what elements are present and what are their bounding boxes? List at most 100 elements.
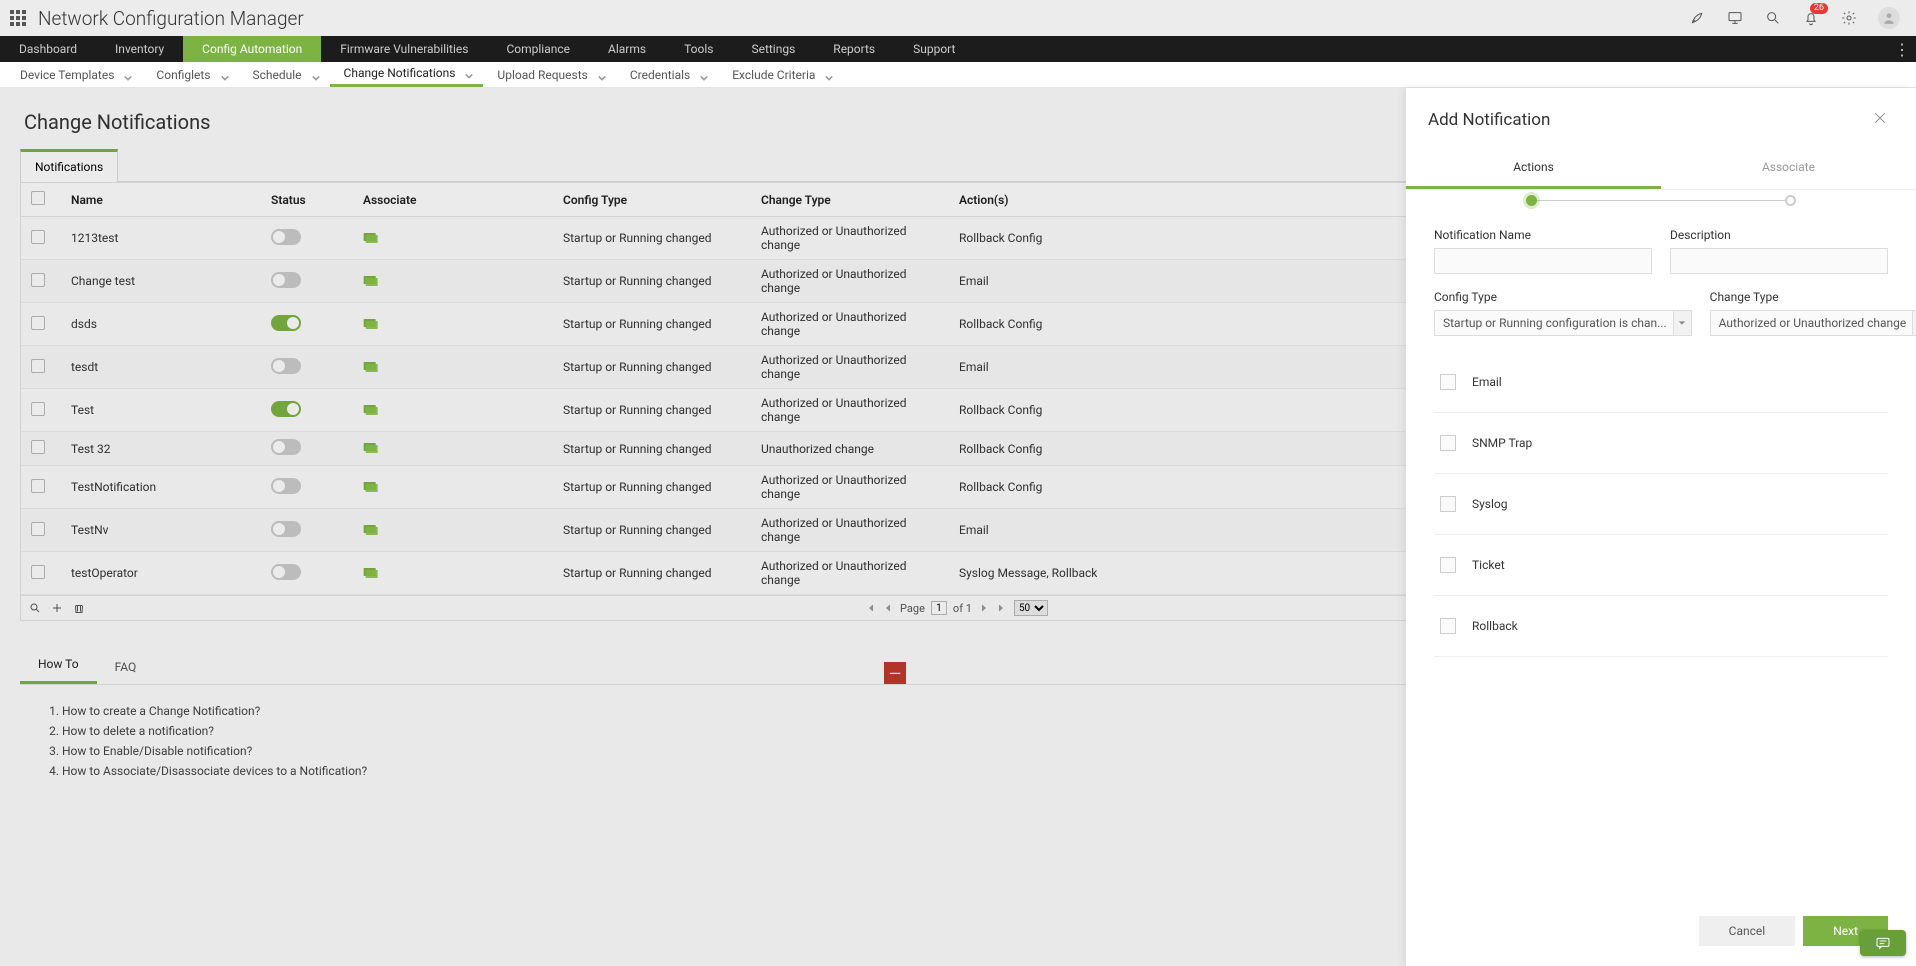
row-name[interactable]: dsds	[61, 303, 261, 346]
row-name[interactable]: tesdt	[61, 346, 261, 389]
associate-icon[interactable]	[363, 522, 379, 536]
bell-icon[interactable]: 26	[1802, 9, 1820, 27]
row-checkbox[interactable]	[31, 316, 45, 330]
row-name[interactable]: TestNv	[61, 509, 261, 552]
subnav-credentials[interactable]: Credentials	[616, 62, 718, 87]
nav-reports[interactable]: Reports	[814, 36, 894, 62]
row-name[interactable]: TestNotification	[61, 466, 261, 509]
associate-icon[interactable]	[363, 479, 379, 493]
nav-config-automation[interactable]: Config Automation	[183, 36, 321, 62]
first-page-icon[interactable]	[864, 602, 876, 614]
close-icon[interactable]	[1872, 110, 1888, 130]
nav-dashboard[interactable]: Dashboard	[0, 36, 96, 62]
row-checkbox[interactable]	[31, 479, 45, 493]
subnav-change-notifications[interactable]: Change Notifications	[330, 62, 484, 87]
nav-secondary: Device TemplatesConfigletsScheduleChange…	[0, 62, 1916, 88]
wizard-tab-actions[interactable]: Actions	[1406, 148, 1661, 189]
row-checkbox[interactable]	[31, 230, 45, 244]
status-toggle[interactable]	[271, 478, 301, 494]
nav-inventory[interactable]: Inventory	[96, 36, 183, 62]
associate-icon[interactable]	[363, 565, 379, 579]
rocket-icon[interactable]	[1688, 9, 1706, 27]
associate-icon[interactable]	[363, 359, 379, 373]
subnav-upload-requests[interactable]: Upload Requests	[483, 62, 615, 87]
status-toggle[interactable]	[271, 315, 301, 331]
subnav-schedule[interactable]: Schedule	[239, 62, 330, 87]
presentation-icon[interactable]	[1726, 9, 1744, 27]
subnav-configlets[interactable]: Configlets	[142, 62, 238, 87]
row-name[interactable]: Test	[61, 389, 261, 432]
row-checkbox[interactable]	[31, 522, 45, 536]
row-name[interactable]: Test 32	[61, 432, 261, 466]
subnav-device-templates[interactable]: Device Templates	[6, 62, 142, 87]
config-type-select[interactable]: Startup or Running configuration is chan…	[1434, 310, 1692, 336]
action-checkbox[interactable]	[1440, 557, 1456, 573]
subnav-exclude-criteria[interactable]: Exclude Criteria	[718, 62, 843, 87]
search-icon[interactable]	[1764, 9, 1782, 27]
action-checkbox[interactable]	[1440, 618, 1456, 634]
wizard-tab-associate[interactable]: Associate	[1661, 148, 1916, 189]
avatar-icon[interactable]	[1878, 7, 1900, 29]
associate-icon[interactable]	[363, 273, 379, 287]
nav-support[interactable]: Support	[894, 36, 974, 62]
associate-icon[interactable]	[363, 230, 379, 244]
chat-fab[interactable]	[1860, 930, 1906, 956]
apps-grid-icon[interactable]	[10, 10, 26, 26]
row-name[interactable]: 1213test	[61, 217, 261, 260]
row-name[interactable]: Change test	[61, 260, 261, 303]
chevron-down-icon	[124, 71, 132, 79]
nav-firmware-vulnerabilities[interactable]: Firmware Vulnerabilities	[321, 36, 487, 62]
status-toggle[interactable]	[271, 521, 301, 537]
filter-search-icon[interactable]	[29, 602, 41, 614]
delete-icon[interactable]	[73, 602, 85, 614]
row-checkbox[interactable]	[31, 440, 45, 454]
cancel-button[interactable]: Cancel	[1699, 916, 1796, 946]
add-icon[interactable]	[51, 602, 63, 614]
last-page-icon[interactable]	[996, 602, 1008, 614]
page-size-select[interactable]: 50	[1014, 600, 1048, 616]
help-tab-faq[interactable]: FAQ	[97, 650, 155, 684]
associate-icon[interactable]	[363, 402, 379, 416]
row-name[interactable]: testOperator	[61, 552, 261, 595]
col-config-type[interactable]: Config Type	[553, 183, 751, 217]
nav-compliance[interactable]: Compliance	[487, 36, 589, 62]
col-associate[interactable]: Associate	[353, 183, 553, 217]
chevron-down-icon	[312, 71, 320, 79]
action-checkbox[interactable]	[1440, 496, 1456, 512]
status-toggle[interactable]	[271, 272, 301, 288]
help-collapse-button[interactable]: —	[884, 662, 906, 684]
prev-page-icon[interactable]	[882, 602, 894, 614]
notification-name-input[interactable]	[1434, 248, 1652, 274]
description-input[interactable]	[1670, 248, 1888, 274]
action-label: Ticket	[1472, 558, 1505, 572]
status-toggle[interactable]	[271, 439, 301, 455]
action-checkbox[interactable]	[1440, 435, 1456, 451]
help-tab-how-to[interactable]: How To	[20, 647, 97, 684]
status-toggle[interactable]	[271, 564, 301, 580]
nav-tools[interactable]: Tools	[665, 36, 732, 62]
change-type-select[interactable]: Authorized or Unauthorized change	[1710, 310, 1916, 336]
row-checkbox[interactable]	[31, 565, 45, 579]
app-title: Network Configuration Manager	[38, 7, 304, 30]
row-checkbox[interactable]	[31, 359, 45, 373]
col-change-type[interactable]: Change Type	[751, 183, 949, 217]
gear-icon[interactable]	[1840, 9, 1858, 27]
associate-icon[interactable]	[363, 440, 379, 454]
row-checkbox[interactable]	[31, 273, 45, 287]
col-name[interactable]: Name	[61, 183, 261, 217]
action-checkbox[interactable]	[1440, 374, 1456, 390]
kebab-icon[interactable]: ⋮	[1894, 36, 1910, 62]
page-input[interactable]	[931, 601, 947, 615]
nav-alarms[interactable]: Alarms	[589, 36, 665, 62]
status-toggle[interactable]	[271, 358, 301, 374]
associate-icon[interactable]	[363, 316, 379, 330]
status-toggle[interactable]	[271, 229, 301, 245]
panel-title: Add Notification	[1428, 110, 1550, 130]
row-checkbox[interactable]	[31, 402, 45, 416]
nav-settings[interactable]: Settings	[732, 36, 814, 62]
next-page-icon[interactable]	[978, 602, 990, 614]
select-all-checkbox[interactable]	[31, 191, 45, 205]
tab-notifications[interactable]: Notifications	[20, 149, 118, 182]
col-status[interactable]: Status	[261, 183, 353, 217]
status-toggle[interactable]	[271, 401, 301, 417]
